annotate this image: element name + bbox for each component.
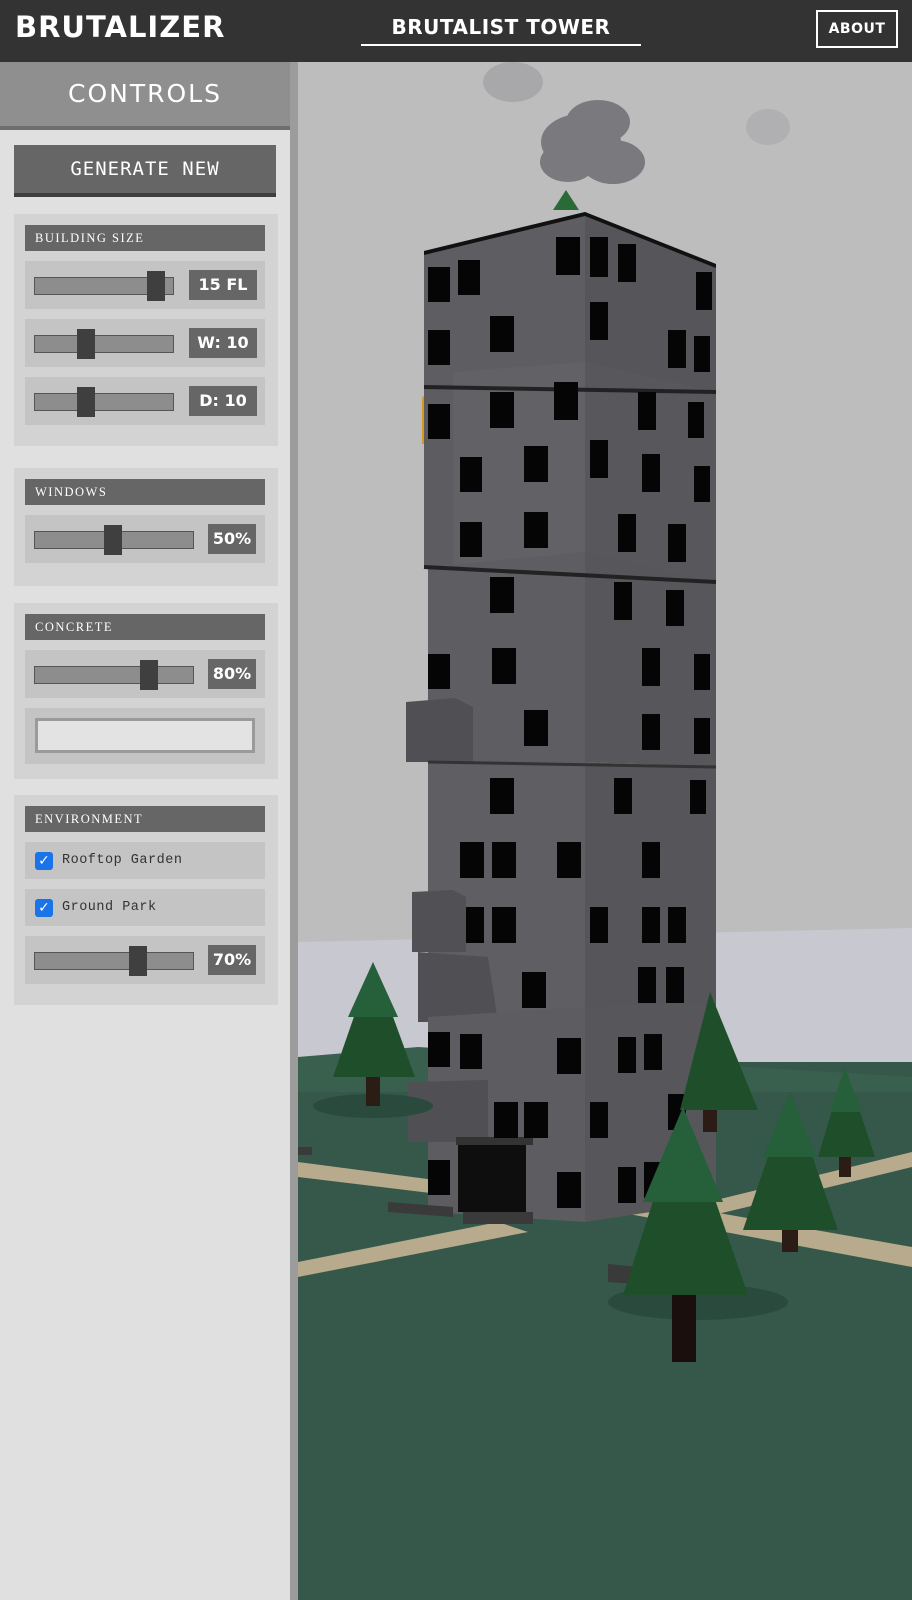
windows-value: 50% — [208, 524, 256, 554]
building-size-panel: BUILDING SIZE 15 FL W: 10 D: 10 — [14, 214, 278, 446]
generate-new-button[interactable]: GENERATE NEW — [14, 145, 276, 197]
environment-value: 70% — [208, 945, 256, 975]
width-value: W: 10 — [189, 328, 257, 358]
building-title-text: BRUTALIST TOWER — [391, 15, 611, 39]
concrete-row: 80% — [25, 650, 265, 698]
width-slider-track[interactable] — [34, 335, 174, 353]
app-brand: BRUTALIZER — [15, 10, 226, 44]
windows-title: WINDOWS — [25, 479, 265, 505]
sidebar-header: CONTROLS — [0, 62, 290, 130]
rooftop-garden-checkbox[interactable]: ✓ — [35, 852, 53, 870]
concrete-panel: CONCRETE 80% — [14, 603, 278, 779]
floors-row: 15 FL — [25, 261, 265, 309]
smoke-cloud — [746, 109, 790, 145]
environment-slider-track[interactable] — [34, 952, 194, 970]
windows-slider-thumb[interactable] — [104, 525, 122, 555]
about-button[interactable]: ABOUT — [816, 10, 898, 48]
depth-value: D: 10 — [189, 386, 257, 416]
depth-slider-thumb[interactable] — [77, 387, 95, 417]
rooftop-garden-label: Rooftop Garden — [62, 853, 183, 868]
width-row: W: 10 — [25, 319, 265, 367]
environment-panel: ENVIRONMENT ✓ Rooftop Garden ✓ Ground Pa… — [14, 795, 278, 1005]
controls-sidebar: CONTROLS GENERATE NEW BUILDING SIZE 15 F… — [0, 62, 298, 1600]
building-title-field[interactable]: BRUTALIST TOWER — [361, 12, 641, 46]
depth-slider-track[interactable] — [34, 393, 174, 411]
3d-viewport[interactable] — [298, 62, 912, 1600]
ground-park-label: Ground Park — [62, 900, 157, 915]
ground-park-checkbox[interactable]: ✓ — [35, 899, 53, 917]
ground-park-row[interactable]: ✓ Ground Park — [25, 889, 265, 926]
floors-slider-thumb[interactable] — [147, 271, 165, 301]
smoke-cloud — [483, 62, 543, 102]
concrete-slider-track[interactable] — [34, 666, 194, 684]
environment-density-row: 70% — [25, 936, 265, 984]
app-header: BRUTALIZER BRUTALIST TOWER ABOUT — [0, 0, 912, 62]
depth-row: D: 10 — [25, 377, 265, 425]
concrete-title: CONCRETE — [25, 614, 265, 640]
windows-panel: WINDOWS 50% — [14, 468, 278, 586]
concrete-slider-thumb[interactable] — [140, 660, 158, 690]
concrete-color-row — [25, 708, 265, 764]
width-slider-thumb[interactable] — [77, 329, 95, 359]
floors-value: 15 FL — [189, 270, 257, 300]
scene-render — [298, 62, 912, 1600]
concrete-color-input[interactable] — [35, 718, 255, 753]
building-size-title: BUILDING SIZE — [25, 225, 265, 251]
rooftop-garden-row[interactable]: ✓ Rooftop Garden — [25, 842, 265, 879]
windows-row: 50% — [25, 515, 265, 563]
sidebar-title: CONTROLS — [68, 79, 222, 108]
environment-slider-thumb[interactable] — [129, 946, 147, 976]
environment-title: ENVIRONMENT — [25, 806, 265, 832]
concrete-value: 80% — [208, 659, 256, 689]
